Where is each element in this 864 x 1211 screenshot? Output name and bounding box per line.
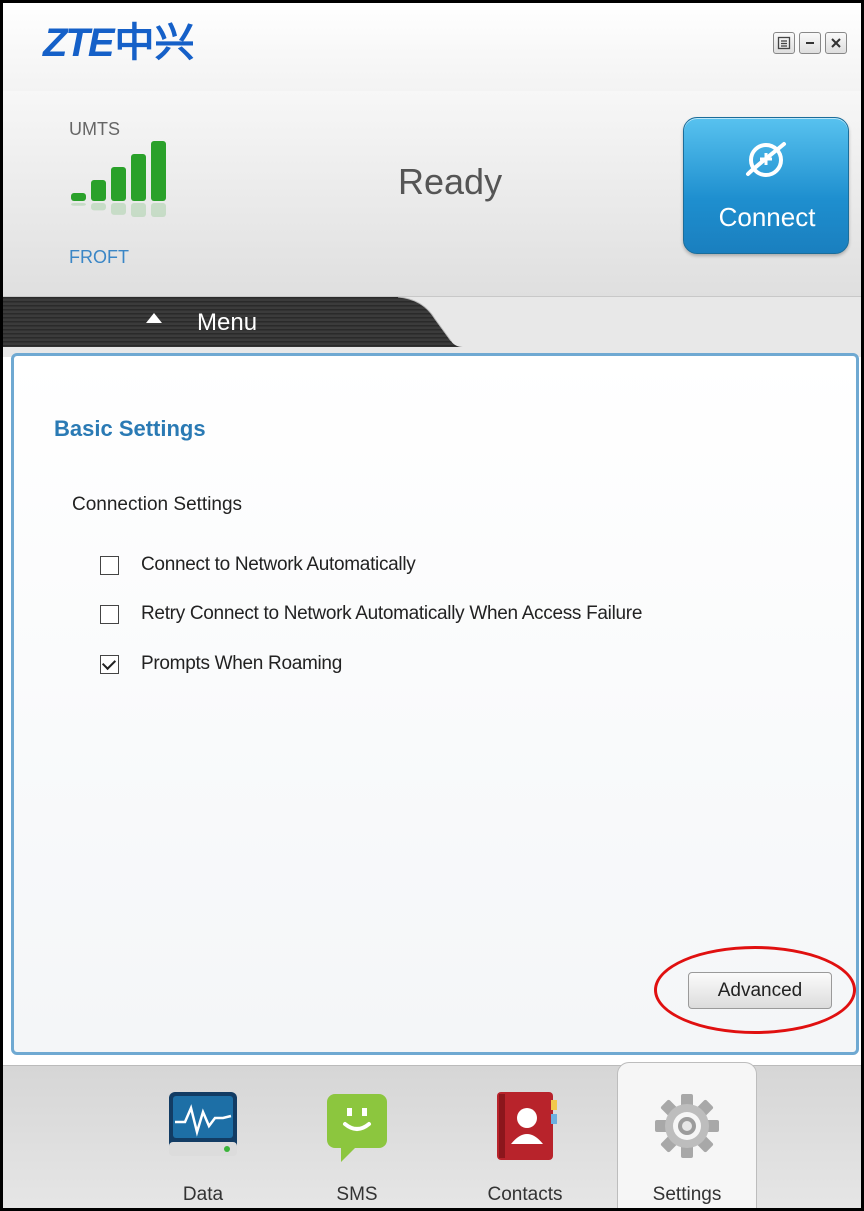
contacts-icon [497,1092,557,1160]
bottom-navigation: Data SMS Contacts Settings [3,1062,861,1208]
minimize-button[interactable] [799,32,821,54]
option-label: Connect to Network Automatically [141,554,416,575]
nav-contacts[interactable]: Contacts [455,1066,595,1208]
connection-status-panel: UMTS FROFT Ready Connect [3,91,861,297]
window-menu-button[interactable] [773,32,795,54]
nav-label: SMS [336,1184,378,1205]
menu-bar: Menu [3,297,861,357]
nav-data[interactable]: Data [133,1066,273,1208]
connect-button-label: Connect [718,202,816,232]
signal-bar-reflection [111,203,126,215]
signal-strength-icon [71,141,166,217]
close-button[interactable] [825,32,847,54]
option-prompts-roaming[interactable]: Prompts When Roaming [100,651,342,677]
signal-bar [111,167,126,201]
connect-button[interactable]: Connect [683,117,849,254]
group-title: Connection Settings [72,494,243,515]
highlight-annotation [654,946,856,1034]
nav-label: Contacts [487,1184,563,1205]
option-retry-connect[interactable]: Retry Connect to Network Automatically W… [100,601,642,627]
operator-name: FROFT [69,247,129,267]
option-label: Prompts When Roaming [141,653,342,674]
menu-icon [777,36,791,50]
option-label: Retry Connect to Network Automatically W… [141,603,643,624]
signal-bar [71,193,86,201]
nav-sms[interactable]: SMS [287,1066,427,1208]
signal-bar [131,154,146,201]
sms-icon [327,1094,387,1162]
menu-collapse-arrow-icon[interactable] [146,313,162,323]
nav-label: Settings [652,1184,722,1205]
signal-bar-reflection [71,203,86,206]
zte-logo: ZTE中兴 [43,21,195,65]
minimize-icon [806,42,814,44]
nav-settings[interactable]: Settings [617,1062,757,1208]
section-title: Basic Settings [54,416,206,441]
logo-latin: ZTE [43,21,115,65]
globe-connect-icon [746,142,786,177]
settings-panel: Basic Settings Connection Settings Conne… [11,353,859,1055]
menu-label[interactable]: Menu [197,309,257,337]
signal-bar-reflection [131,203,146,217]
logo-chinese: 中兴 [114,21,195,65]
nav-label: Data [182,1184,224,1205]
settings-gear-icon [655,1094,719,1158]
checkbox-retry-connect[interactable] [100,604,119,624]
close-icon [831,38,841,48]
signal-bar-reflection [91,203,106,211]
option-connect-automatically[interactable]: Connect to Network Automatically [100,552,416,578]
data-icon [169,1092,237,1156]
signal-bar-reflection [151,203,166,217]
checkbox-prompts-roaming[interactable] [100,654,119,674]
checkbox-connect-automatically[interactable] [100,555,119,575]
network-type-label: UMTS [69,119,120,139]
connection-status-text: Ready [398,161,503,202]
signal-bar [151,141,166,201]
title-bar: ZTE中兴 [3,3,861,91]
app-window: ZTE中兴 UMTS FROFT Ready Connect Menu Basi… [0,0,864,1211]
signal-bar [91,180,106,201]
